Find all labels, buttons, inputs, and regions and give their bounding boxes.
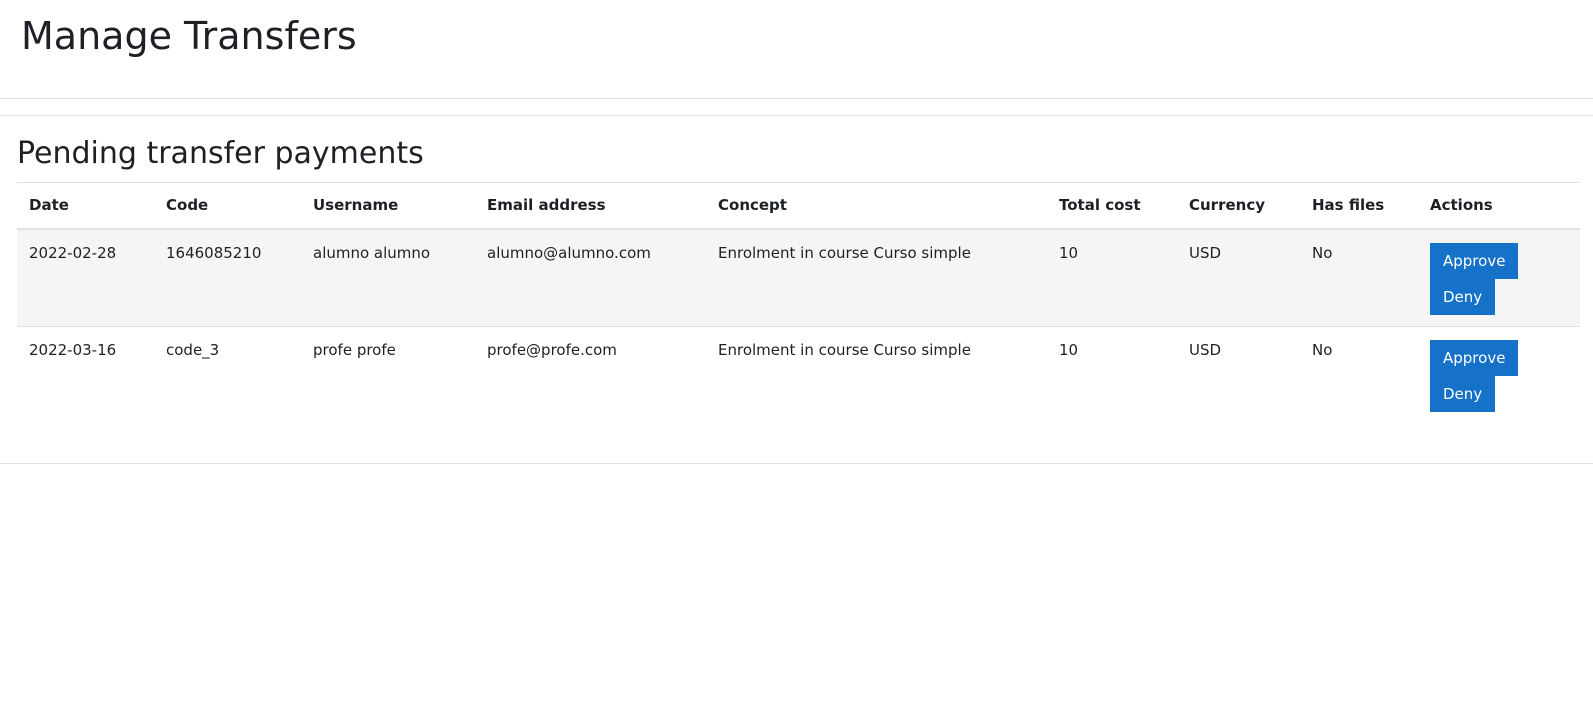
cell-actions: Approve Deny [1418, 228, 1580, 327]
cell-username: profe profe [313, 341, 396, 359]
cell-actions: Approve Deny [1418, 327, 1580, 425]
table-row: 2022-02-28 1646085210 alumno alumno alum… [17, 228, 1580, 327]
deny-button[interactable]: Deny [1430, 278, 1496, 315]
page-header: Manage Transfers [0, 0, 1593, 99]
cell-date: 2022-03-16 [29, 341, 117, 359]
column-header-currency: Currency [1177, 182, 1300, 230]
cell-total-cost: 10 [1047, 228, 1177, 327]
section-title: Pending transfer payments [17, 136, 424, 171]
column-header-date: Date [17, 182, 154, 230]
table-header-row: Date Code Username Email address Concept… [17, 182, 1580, 230]
column-header-total-cost: Total cost [1047, 182, 1177, 230]
approve-button[interactable]: Approve [1430, 242, 1519, 279]
cell-code: code_3 [166, 341, 220, 359]
column-header-email: Email address [475, 182, 706, 230]
column-header-has-files: Has files [1300, 182, 1418, 230]
cell-currency: USD [1177, 228, 1300, 327]
table-row: 2022-03-16 code_3 profe profe profe@prof… [17, 327, 1580, 425]
cell-has-files: No [1312, 341, 1333, 359]
cell-has-files: No [1300, 228, 1418, 327]
cell-concept: Enrolment in course Curso simple [706, 228, 1047, 327]
cell-total-cost: 10 [1059, 341, 1079, 359]
cell-date: 2022-02-28 [17, 228, 154, 327]
page-title: Manage Transfers [21, 14, 357, 58]
cell-username: alumno alumno [301, 228, 475, 327]
column-header-concept: Concept [706, 182, 1047, 230]
cell-currency: USD [1189, 341, 1222, 359]
column-header-username: Username [301, 182, 475, 230]
column-header-code: Code [154, 182, 301, 230]
column-header-actions: Actions [1418, 182, 1580, 230]
approve-button[interactable]: Approve [1430, 340, 1519, 376]
cell-code: 1646085210 [154, 228, 301, 327]
deny-button[interactable]: Deny [1430, 376, 1496, 412]
cell-concept: Enrolment in course Curso simple [718, 341, 971, 359]
cell-email: profe@profe.com [487, 341, 617, 359]
cell-email: alumno@alumno.com [475, 228, 706, 327]
pending-transfers-section: Pending transfer payments Date Code User… [0, 115, 1593, 464]
transfers-table: Date Code Username Email address Concept… [17, 182, 1580, 425]
